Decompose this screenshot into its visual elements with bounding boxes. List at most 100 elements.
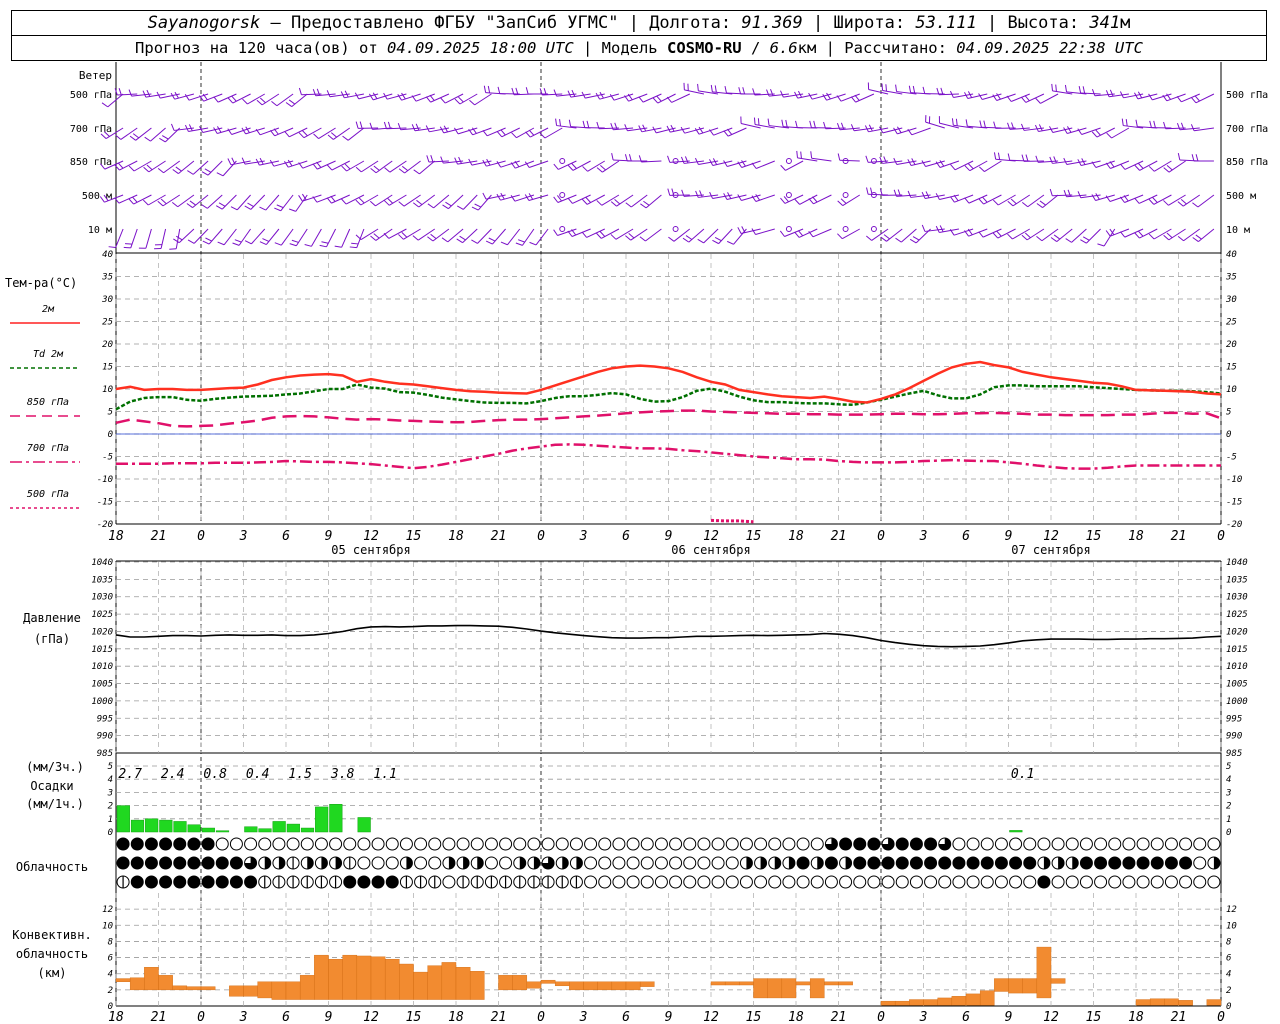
wind-barb-feather: [979, 120, 982, 128]
cloud-symbol: [584, 837, 598, 851]
cloud-symbol: [725, 837, 739, 851]
wind-barb-feather: [610, 201, 617, 207]
wind-barb-feather: [978, 231, 984, 238]
wind-barb-feather: [291, 239, 299, 243]
wind-barb-feather: [515, 242, 523, 246]
wind-barb-feather: [412, 235, 419, 241]
conv-cloud-bar: [299, 975, 315, 1000]
wind-barb-feather: [187, 239, 195, 244]
wind-barb-feather: [117, 162, 124, 169]
cloud-symbol: [1179, 875, 1193, 889]
wind-barb-feather: [968, 163, 974, 170]
time-label-top: 18: [108, 529, 124, 544]
cloud-symbol: [215, 837, 229, 851]
wind-barb-shaft: [326, 228, 337, 248]
wind-barb-feather: [625, 235, 631, 241]
wind-barb-feather: [1166, 164, 1173, 171]
wind-barb-feather: [978, 93, 983, 100]
wind-barb-feather: [965, 119, 968, 127]
wind-barb-feather: [737, 194, 742, 201]
cloud-half: [307, 857, 314, 869]
wind-barb-feather: [921, 160, 926, 167]
wind-barb-feather: [837, 153, 841, 161]
conv-cloud-bar: [583, 981, 598, 991]
wind-barb-feather: [427, 203, 434, 209]
wind-barb-feather: [441, 237, 449, 243]
wind-barb-feather: [440, 97, 446, 104]
conv-cloud-bar: [710, 981, 726, 986]
temp-tick-left: 40: [102, 250, 113, 260]
wind-barb-feather: [157, 167, 164, 174]
wind-barb-feather: [624, 154, 628, 162]
conv-tick-right: 0: [1226, 1002, 1231, 1012]
wind-barb-feather: [582, 166, 588, 172]
pressure-tick-left: 1035: [91, 575, 113, 585]
wind-barb-feather: [298, 195, 303, 202]
cloud-symbol: [853, 837, 867, 851]
cloud-title: Облачность: [16, 860, 88, 874]
wind-barb-feather: [1035, 97, 1041, 104]
conv-cloud-bar: [597, 981, 613, 991]
wind-barb-shaft: [1168, 194, 1186, 206]
wind-barb-feather: [1053, 234, 1061, 240]
cloud-symbol: [1122, 875, 1136, 889]
wind-barb-feather: [427, 236, 434, 242]
cloud-symbol: [130, 856, 144, 870]
wind-barb-shaft: [462, 228, 478, 244]
precip-bar: [315, 806, 329, 833]
time-label-bottom: 12: [703, 1010, 719, 1024]
cloud-symbol: [782, 875, 796, 889]
time-label-top: 21: [151, 529, 167, 544]
time-label-bottom: 18: [448, 1010, 464, 1024]
temp-legend-label-2: 850 гПа: [27, 397, 69, 408]
wind-barb-feather: [667, 155, 671, 163]
time-label-bottom: 9: [325, 1010, 333, 1024]
conv-cloud-bar: [809, 978, 825, 999]
conv-cloud-bar: [144, 967, 159, 991]
wind-barb-feather: [625, 202, 632, 208]
cloud-symbol: [1193, 856, 1207, 870]
precip-bar: [116, 805, 130, 833]
cloud-symbol: [654, 856, 668, 870]
cloud-symbol: [881, 875, 895, 889]
cloud-symbol: [598, 837, 612, 851]
wind-barb-feather: [172, 169, 179, 174]
wind-barb-shaft: [135, 127, 152, 141]
conv-cloud-bar: [1022, 978, 1038, 994]
wind-barb-feather: [445, 201, 452, 207]
wind-barb-shaft: [1026, 228, 1045, 241]
cloud-symbol: [286, 837, 300, 851]
cloud-half: [1043, 857, 1050, 869]
wind-barb-shaft: [718, 228, 733, 244]
wind-barb-feather: [697, 238, 704, 244]
cloud-symbol: [1164, 856, 1178, 870]
time-label-bottom: 3: [919, 1010, 928, 1024]
wind-barb-feather: [893, 127, 898, 135]
wind-barb-feather: [1020, 123, 1025, 131]
wind-barb-feather: [227, 158, 232, 166]
conv-cloud-bar: [540, 979, 556, 984]
wind-barb-feather: [469, 99, 475, 106]
cloud-symbol: [428, 856, 442, 870]
wind-barb-shaft: [997, 228, 1016, 239]
wind-barb-feather: [667, 188, 671, 196]
cloud-symbol: [754, 875, 768, 889]
wind-barb-shaft: [291, 93, 308, 107]
wind-barb-shaft: [1165, 127, 1186, 130]
wind-barb-feather: [785, 119, 788, 127]
wind-barb-feather: [1050, 237, 1058, 242]
cloud-symbol: [966, 856, 980, 870]
wind-barb-shaft: [684, 89, 705, 95]
wind-barb-feather: [567, 164, 574, 171]
wind-barb-feather: [383, 121, 387, 129]
wind-barb-feather: [950, 164, 956, 171]
wind-barb-feather: [1036, 203, 1043, 208]
wind-barb-feather: [553, 89, 557, 97]
wind-calm-marker: [672, 226, 679, 232]
wind-barb-feather: [201, 204, 208, 209]
wind-barb-feather: [159, 137, 166, 143]
wind-barb-feather: [812, 196, 818, 203]
cloud-symbol: [1164, 875, 1178, 889]
cloud-half: [760, 857, 767, 869]
cloud-half: [519, 857, 526, 869]
